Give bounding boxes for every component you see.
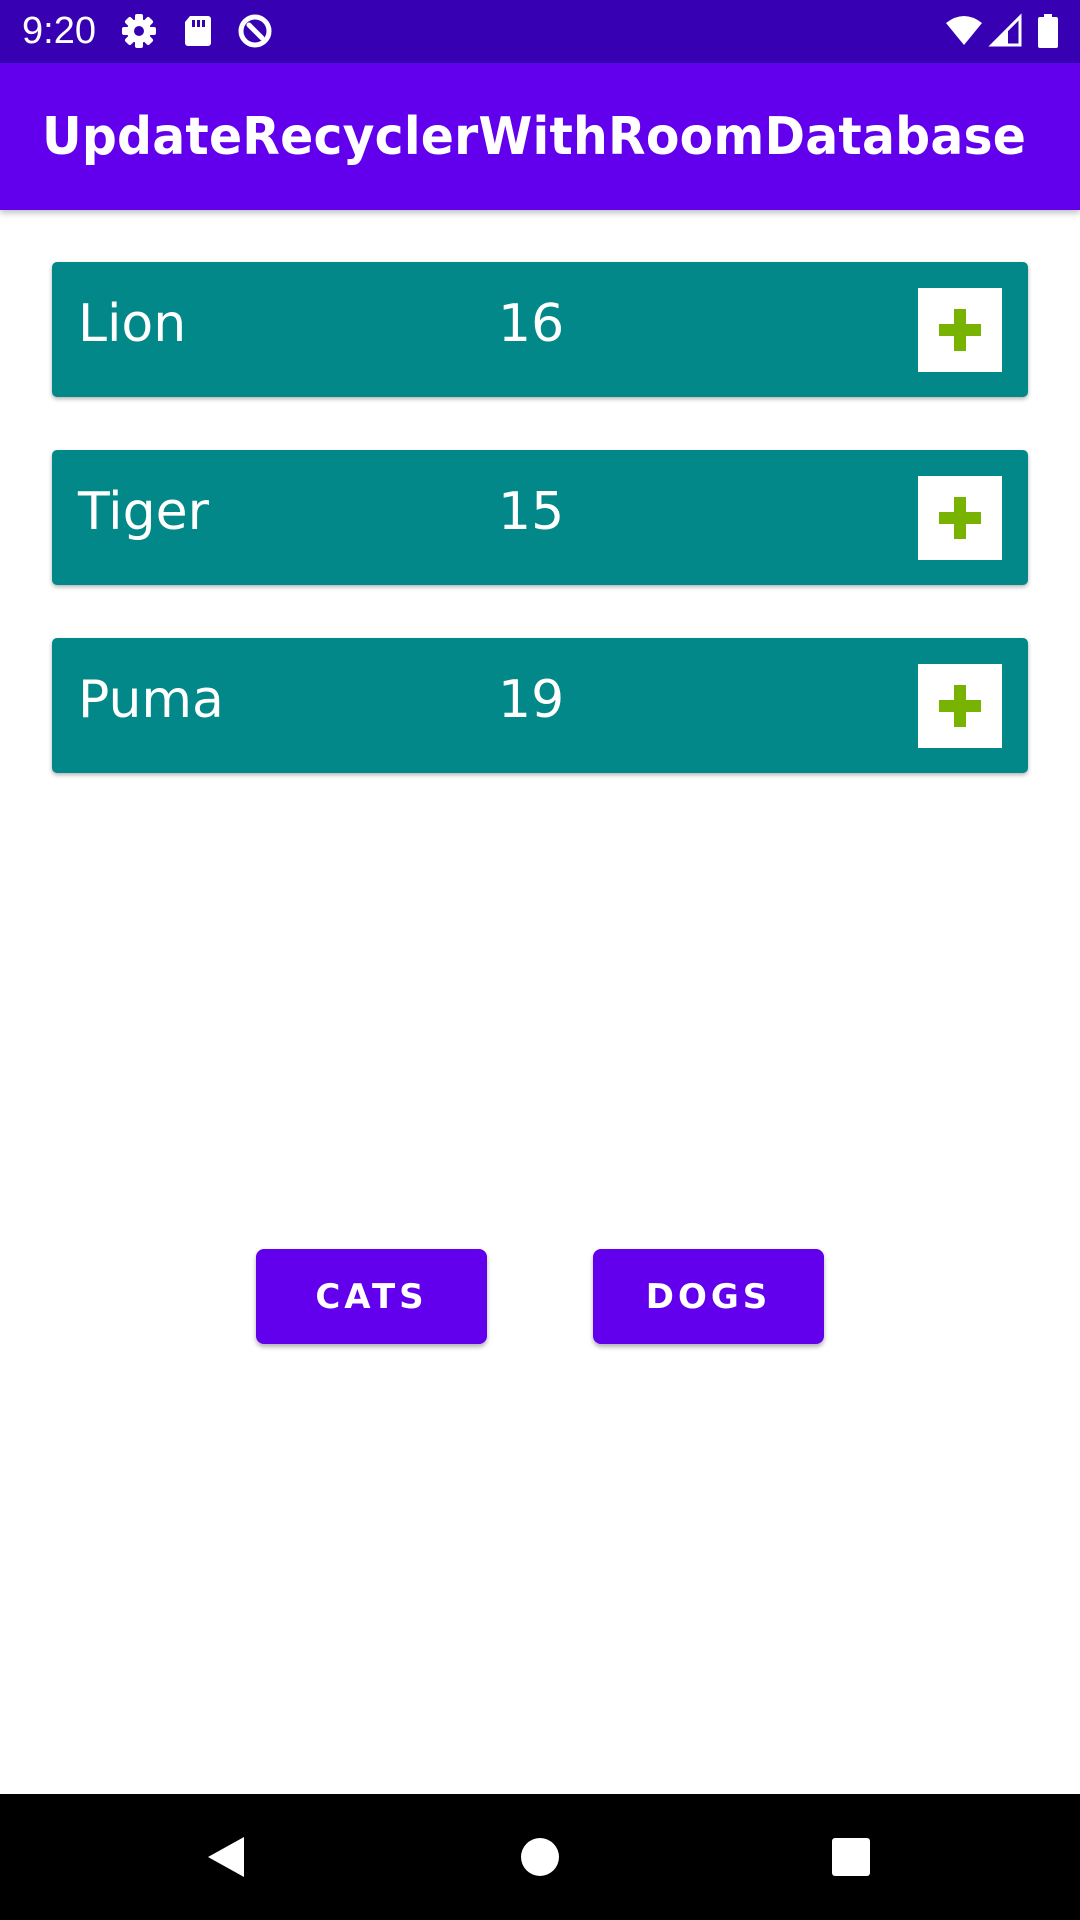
animal-list[interactable]: Lion 16 Tiger 15 Puma 19: [52, 262, 1028, 826]
app-bar: UpdateRecyclerWithRoomDatabase: [0, 63, 1080, 210]
status-time: 9:20: [22, 10, 96, 52]
plus-icon: [939, 685, 981, 727]
home-icon[interactable]: [507, 1824, 573, 1890]
battery-icon: [1036, 13, 1060, 49]
dogs-button[interactable]: DOGS: [593, 1249, 824, 1344]
animal-name: Tiger: [78, 482, 209, 542]
app-title: UpdateRecyclerWithRoomDatabase: [42, 107, 1027, 167]
wifi-icon: [944, 13, 984, 49]
gear-icon: [121, 13, 157, 49]
sd-card-icon: [180, 13, 216, 49]
recents-icon[interactable]: [818, 1824, 884, 1890]
list-item: Lion 16: [52, 262, 1028, 397]
increment-button[interactable]: [918, 664, 1002, 748]
increment-button[interactable]: [918, 476, 1002, 560]
animal-count: 15: [498, 482, 565, 542]
signal-icon: [988, 13, 1024, 49]
plus-icon: [939, 497, 981, 539]
animal-name: Puma: [78, 670, 224, 730]
animal-count: 19: [498, 670, 565, 730]
list-item: Puma 19: [52, 638, 1028, 773]
animal-name: Lion: [78, 294, 187, 354]
animal-count: 16: [498, 294, 565, 354]
status-bar: 9:20: [0, 0, 1080, 63]
back-icon[interactable]: [193, 1824, 259, 1890]
plus-icon: [939, 309, 981, 351]
increment-button[interactable]: [918, 288, 1002, 372]
data-saver-icon: [237, 13, 273, 49]
list-item: Tiger 15: [52, 450, 1028, 585]
navigation-bar: [0, 1794, 1080, 1920]
cats-button[interactable]: CATS: [256, 1249, 487, 1344]
